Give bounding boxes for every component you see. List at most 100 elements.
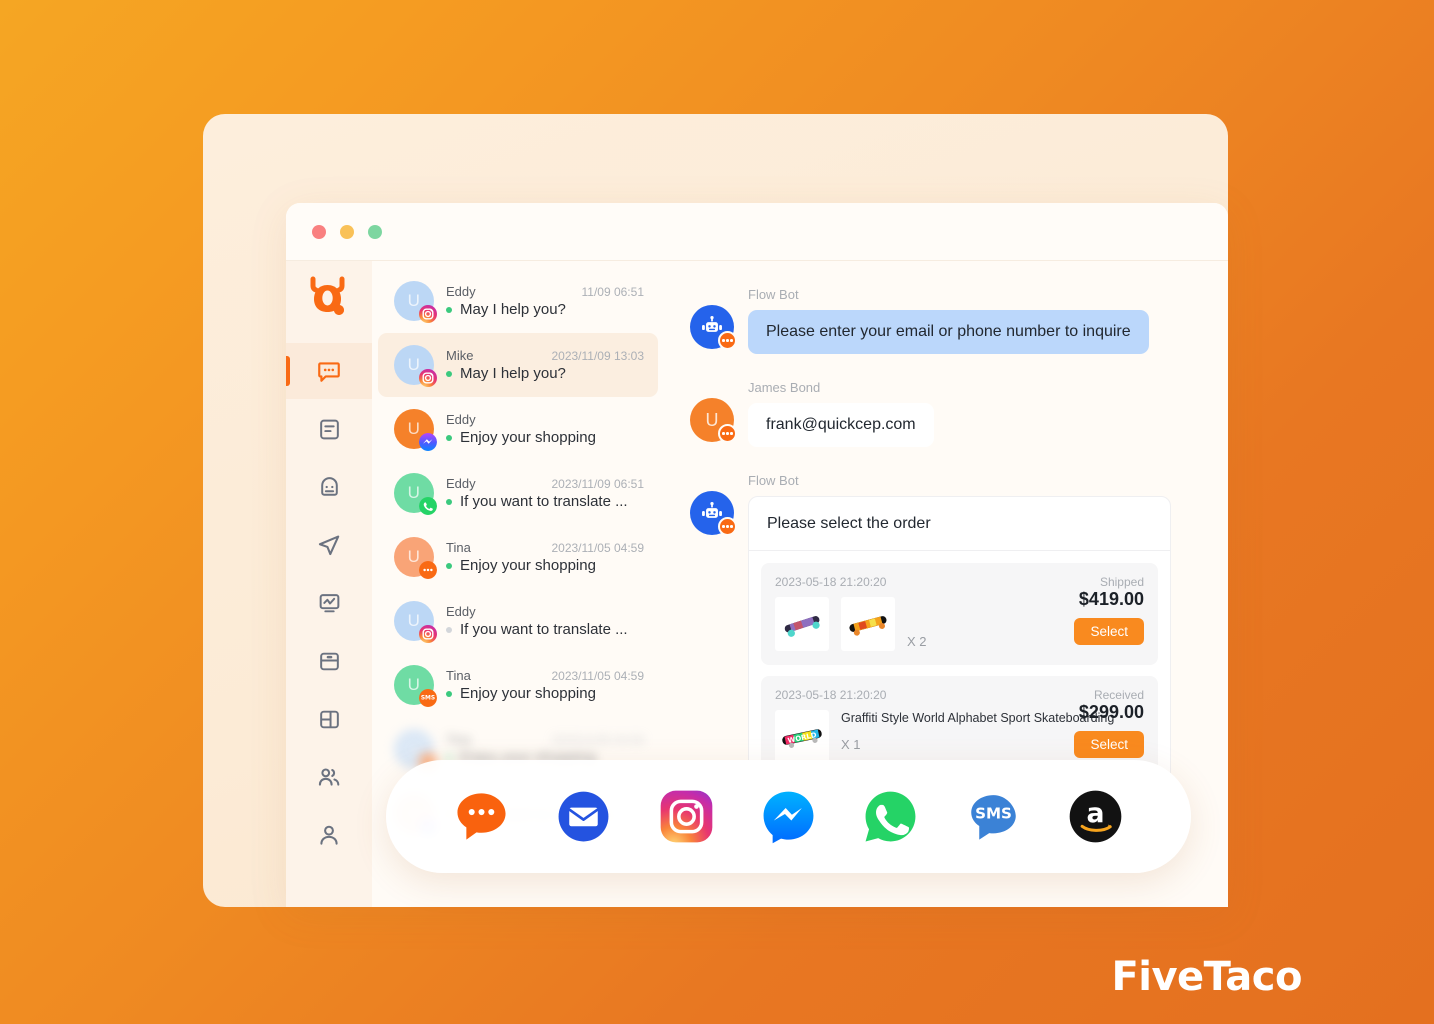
- sidebar-item-layout[interactable]: [286, 691, 372, 747]
- conversation-name: Tina: [446, 668, 471, 683]
- order-price: $419.00: [1078, 589, 1144, 609]
- svg-text:a: a: [1087, 798, 1105, 829]
- product-quantity: X 2: [907, 634, 927, 649]
- fivetaco-watermark: FiveTaco: [1111, 954, 1302, 1000]
- livechat-icon[interactable]: [453, 788, 510, 845]
- unread-indicator: [446, 434, 452, 441]
- conversation-name: Eddy: [446, 284, 476, 299]
- conversation-row[interactable]: U Tina 2023/11/05 04:59 Enjoy your shopp…: [378, 525, 658, 589]
- conversation-row[interactable]: U Mike 2023/11/09 13:03 May I help you?: [378, 333, 658, 397]
- product-thumbnail: WORLD: [775, 710, 829, 764]
- conversation-time: 2023/11/05 04:59: [551, 733, 644, 747]
- order-selection-card: Please select the order 2023-05-18 21:20…: [748, 496, 1171, 802]
- sidebar-item-chat[interactable]: [286, 343, 372, 399]
- message-sender: James Bond: [748, 380, 821, 395]
- livechat-badge-icon: [718, 331, 737, 350]
- conversation-row[interactable]: U Eddy Enjoy your shopping: [378, 397, 658, 461]
- conversation-time: 2023/11/05 04:59: [551, 541, 644, 555]
- conversation-preview-text: Enjoy your shopping: [460, 557, 596, 574]
- order-item[interactable]: 2023-05-18 21:20:20 Shipped X 2 $419.00 …: [761, 563, 1158, 665]
- sidebar-rail: [286, 261, 372, 907]
- conversation-name: Eddy: [446, 412, 476, 427]
- whatsapp-badge-icon: [419, 497, 437, 515]
- order-date: 2023-05-18 21:20:20: [775, 688, 887, 702]
- order-price: $299.00: [1078, 702, 1144, 722]
- conversation-name: Eddy: [446, 476, 476, 491]
- message-bubble-user: frank@quickcep.com: [748, 403, 934, 447]
- amazon-icon[interactable]: a: [1067, 788, 1124, 845]
- sms-icon[interactable]: SMS: [965, 788, 1022, 845]
- avatar: [690, 305, 737, 350]
- email-icon[interactable]: [555, 788, 612, 845]
- sidebar-item-bot[interactable]: [286, 459, 372, 515]
- conversation-preview: May I help you?: [446, 301, 644, 318]
- conversation-preview: Enjoy your shopping: [446, 557, 644, 574]
- window-titlebar: [286, 203, 1228, 261]
- avatar: U: [394, 281, 437, 323]
- conversation-time: 11/09 06:51: [581, 285, 644, 299]
- sidebar-item-documents[interactable]: [286, 401, 372, 457]
- conversation-preview: Enjoy your shopping: [446, 429, 644, 446]
- message-sender: Flow Bot: [748, 473, 799, 488]
- conversation-row[interactable]: U SMS Tina 2023/11/05 04:59 Enjoy your s…: [378, 653, 658, 717]
- message-sender: Flow Bot: [748, 287, 799, 302]
- order-date: 2023-05-18 21:20:20: [775, 575, 887, 589]
- sidebar-item-inbox[interactable]: [286, 633, 372, 689]
- channel-icons-bar: SMS a: [386, 760, 1191, 873]
- conversation-row[interactable]: U Eddy 11/09 06:51 May I help you?: [378, 269, 658, 333]
- sidebar-item-contacts[interactable]: [286, 749, 372, 805]
- chat-message: Flow Bot Please select the order 2023-05…: [690, 473, 1198, 802]
- conversation-preview: If you want to translate ...: [446, 493, 644, 510]
- conversation-preview-text: Enjoy your shopping: [460, 429, 596, 446]
- select-order-button[interactable]: Select: [1074, 731, 1144, 758]
- avatar: U SMS: [394, 665, 437, 707]
- message-bubble-bot: Please enter your email or phone number …: [748, 310, 1149, 354]
- avatar: U: [394, 537, 437, 579]
- conversation-preview-text: May I help you?: [460, 365, 566, 382]
- unread-indicator: [446, 306, 452, 313]
- sidebar-item-profile[interactable]: [286, 807, 372, 863]
- chat-message: Flow Bot Please enter your email or phon…: [690, 287, 1198, 354]
- instagram-badge-icon: [419, 369, 437, 387]
- instagram-badge-icon: [419, 305, 437, 323]
- whatsapp-icon[interactable]: [862, 788, 919, 845]
- avatar: U: [394, 345, 437, 387]
- conversation-preview-text: If you want to translate ...: [460, 621, 628, 638]
- window-minimize-button[interactable]: [340, 224, 354, 239]
- unread-indicator: [446, 690, 452, 697]
- product-thumbnail: [841, 597, 895, 651]
- unread-indicator: [446, 370, 452, 377]
- conversation-row[interactable]: U Eddy 2023/11/09 06:51 If you want to t…: [378, 461, 658, 525]
- conversation-name: Tina: [446, 540, 471, 555]
- svg-text:SMS: SMS: [421, 696, 435, 702]
- conversation-name: Eddy: [446, 604, 476, 619]
- sidebar-item-campaigns[interactable]: [286, 517, 372, 573]
- unread-indicator: [446, 626, 452, 633]
- instagram-icon[interactable]: [658, 788, 715, 845]
- avatar: U: [690, 398, 737, 443]
- conversation-name: Tina: [446, 732, 471, 747]
- window-maximize-button[interactable]: [368, 224, 382, 239]
- conversation-preview: Enjoy your shopping: [446, 685, 644, 702]
- conversation-name: Mike: [446, 348, 474, 363]
- conversation-time: 2023/11/09 06:51: [551, 477, 644, 491]
- sidebar-item-analytics[interactable]: [286, 575, 372, 631]
- avatar: U: [394, 601, 437, 643]
- window-close-button[interactable]: [312, 224, 326, 239]
- svg-text:SMS: SMS: [975, 804, 1012, 822]
- select-order-button[interactable]: Select: [1074, 618, 1144, 645]
- unread-indicator: [446, 498, 452, 505]
- avatar: [690, 491, 737, 536]
- livechat-badge-icon: [718, 424, 737, 443]
- sms-badge-icon: SMS: [419, 689, 437, 707]
- chat-message: U James Bond frank@quickcep.com: [690, 380, 1198, 447]
- avatar: U: [394, 409, 437, 451]
- product-thumbnail: [775, 597, 829, 651]
- order-card-title: Please select the order: [749, 497, 1170, 551]
- livechat-badge-icon: [419, 561, 437, 579]
- conversation-row[interactable]: U Eddy If you want to translate ...: [378, 589, 658, 653]
- messenger-icon[interactable]: [760, 788, 817, 845]
- conversation-preview-text: May I help you?: [460, 301, 566, 318]
- unread-indicator: [446, 562, 452, 569]
- quickcep-cow-logo: [307, 273, 351, 321]
